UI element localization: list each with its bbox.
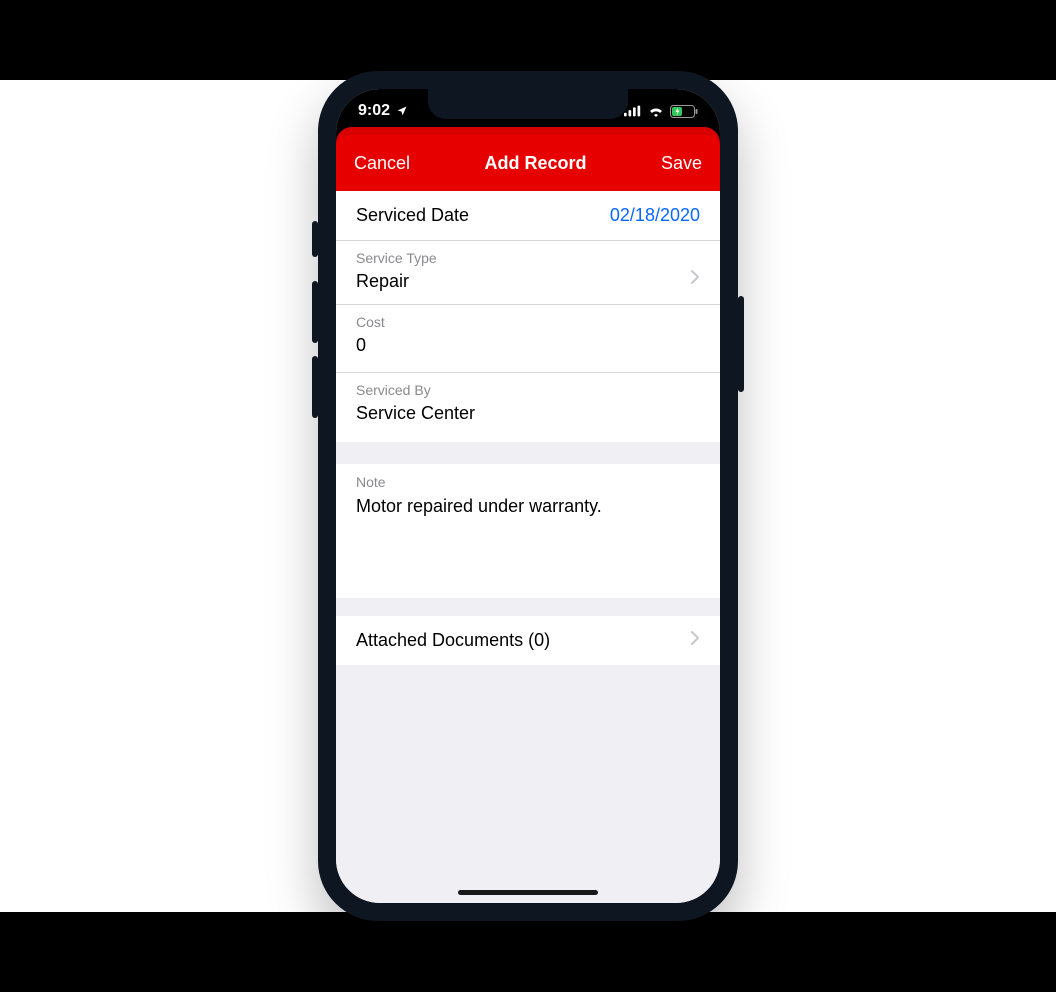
note-value: Motor repaired under warranty. <box>356 496 700 517</box>
battery-icon <box>670 105 698 118</box>
status-time: 9:02 <box>358 102 390 120</box>
group-spacer-2 <box>336 598 720 616</box>
serviced-by-label: Serviced By <box>356 381 700 399</box>
home-indicator[interactable] <box>458 890 598 895</box>
serviced-date-value: 02/18/2020 <box>610 205 700 226</box>
form-content: Serviced Date 02/18/2020 Service Type Re… <box>336 191 720 903</box>
ring-switch <box>312 221 318 257</box>
chevron-right-icon <box>691 270 700 289</box>
cost-value: 0 <box>356 335 700 356</box>
serviced-date-row[interactable]: Serviced Date 02/18/2020 <box>336 191 720 241</box>
volume-up-button <box>312 281 318 343</box>
group-spacer-1 <box>336 442 720 464</box>
wifi-icon <box>648 105 664 117</box>
serviced-by-value: Service Center <box>356 403 700 424</box>
nav-title: Add Record <box>484 153 586 174</box>
screen: 9:02 <box>336 89 720 903</box>
volume-down-button <box>312 356 318 418</box>
field-group-primary: Serviced Date 02/18/2020 Service Type Re… <box>336 191 720 442</box>
power-button <box>738 296 744 392</box>
serviced-date-label: Serviced Date <box>356 205 469 226</box>
chevron-right-icon <box>691 631 700 650</box>
note-label: Note <box>356 474 700 490</box>
service-type-label: Service Type <box>356 249 700 267</box>
note-field[interactable]: Note Motor repaired under warranty. <box>336 464 720 598</box>
service-type-value: Repair <box>356 271 409 292</box>
serviced-by-field[interactable]: Serviced By Service Center <box>336 373 720 442</box>
save-button[interactable]: Save <box>661 153 702 174</box>
service-type-field[interactable]: Service Type Repair <box>336 241 720 305</box>
location-icon <box>396 105 408 117</box>
attached-documents-row[interactable]: Attached Documents (0) <box>336 616 720 665</box>
notch <box>428 89 628 119</box>
attached-documents-label: Attached Documents (0) <box>356 630 550 651</box>
phone-frame: 9:02 <box>318 71 738 921</box>
cost-field[interactable]: Cost 0 <box>336 305 720 373</box>
nav-bar: Cancel Add Record Save <box>336 135 720 191</box>
cancel-button[interactable]: Cancel <box>354 153 410 174</box>
stage: 9:02 <box>0 80 1056 912</box>
cost-label: Cost <box>356 313 700 331</box>
